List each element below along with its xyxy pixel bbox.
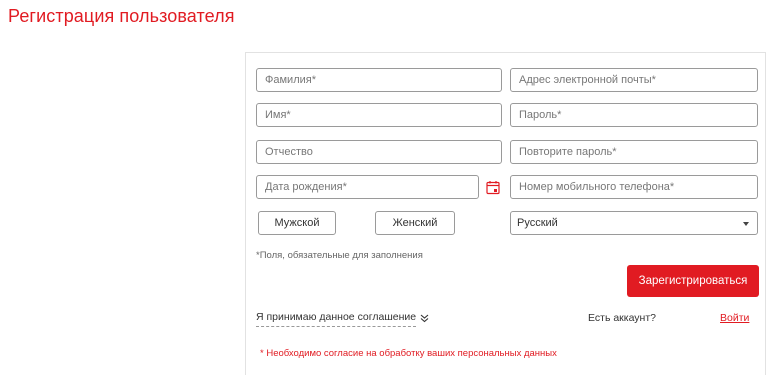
login-link[interactable]: Войти (720, 312, 749, 324)
required-note: *Поля, обязательные для заполнения (256, 250, 423, 261)
register-button[interactable]: Зарегистрироваться (627, 265, 759, 297)
gender-male-button[interactable]: Мужской (258, 211, 336, 235)
language-select-value: Русский (517, 217, 558, 229)
consent-error: * Необходимо согласие на обработку ваших… (260, 348, 557, 359)
password-input[interactable] (510, 103, 758, 127)
have-account-text: Есть аккаунт? (588, 312, 657, 324)
agreement-label: Я принимаю данное соглашение (256, 311, 417, 327)
calendar-icon[interactable] (486, 180, 501, 195)
email-input[interactable] (510, 68, 758, 92)
gender-female-button[interactable]: Женский (375, 211, 455, 235)
registration-card: Мужской Женский Русский *Поля, обязатель… (245, 52, 766, 375)
caret-down-icon (743, 222, 749, 226)
middle-name-input[interactable] (256, 140, 502, 164)
double-chevron-down-icon (420, 314, 429, 322)
language-select[interactable]: Русский (510, 211, 758, 235)
page-title: Регистрация пользователя (8, 6, 235, 26)
agreement-toggle[interactable]: Я принимаю данное соглашение (256, 311, 429, 327)
last-name-input[interactable] (256, 68, 502, 92)
birthdate-input[interactable] (256, 175, 479, 199)
first-name-input[interactable] (256, 103, 502, 127)
phone-input[interactable] (510, 175, 758, 199)
password-repeat-input[interactable] (510, 140, 758, 164)
